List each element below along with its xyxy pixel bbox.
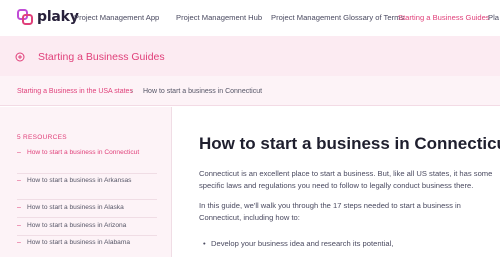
dash-bullet-icon: – — [17, 222, 21, 229]
resource-item-connecticut[interactable]: – How to start a business in Connecticut — [17, 148, 157, 159]
dash-bullet-icon: – — [17, 204, 21, 211]
resource-item-label[interactable]: How to start a business in Arkansas — [27, 176, 131, 187]
resource-item-label[interactable]: How to start a business in Arizona — [27, 221, 126, 232]
plaky-logo-icon — [17, 9, 33, 25]
breadcrumb-separator-icon: › — [131, 89, 133, 95]
dash-bullet-icon: – — [17, 239, 21, 246]
breadcrumb-parent-link[interactable]: Starting a Business in the USA states — [17, 87, 133, 96]
resource-item-label[interactable]: How to start a business in Connecticut — [27, 148, 139, 159]
resource-item-alaska[interactable]: – How to start a business in Alaska — [17, 203, 157, 214]
breadcrumb: Starting a Business in the USA states › … — [0, 76, 500, 106]
resource-item-arkansas[interactable]: – How to start a business in Arkansas — [17, 176, 157, 187]
brand-name: plaky — [37, 9, 79, 25]
nav-item-project-management-app[interactable]: Project Management App — [74, 13, 159, 23]
nav-item-starting-a-business-guides[interactable]: Starting a Business Guides — [398, 13, 490, 23]
divider — [17, 217, 157, 218]
list-item-text: Develop your business idea and research … — [211, 239, 394, 248]
dash-bullet-icon: – — [17, 149, 21, 156]
divider — [17, 199, 157, 200]
dash-bullet-icon: – — [17, 177, 21, 184]
nav-item-glossary[interactable]: Project Management Glossary of Terms — [271, 13, 404, 23]
resource-item-arizona[interactable]: – How to start a business in Arizona — [17, 221, 157, 232]
article-title: How to start a business in Connecticut — [199, 134, 500, 153]
plaky-logo[interactable]: plaky — [17, 9, 79, 25]
breadcrumb-current: How to start a business in Connecticut — [143, 88, 263, 95]
bullet-icon: • — [203, 239, 206, 248]
article-intro: Connecticut is an excellent place to sta… — [199, 169, 493, 190]
article-lead: In this guide, we'll walk you through th… — [199, 201, 461, 222]
divider — [17, 173, 157, 174]
resources-title: 5 RESOURCES — [17, 134, 67, 141]
divider — [17, 235, 157, 236]
resource-item-label[interactable]: How to start a business in Alaska — [27, 203, 124, 214]
article-content: How to start a business in Connecticut C… — [173, 107, 500, 257]
resource-item-alabama[interactable]: – How to start a business in Alabama — [17, 238, 157, 249]
plus-circle-icon — [15, 52, 25, 62]
hero-title: Starting a Business Guides — [38, 51, 165, 63]
nav-item-project-management-hub[interactable]: Project Management Hub — [176, 13, 262, 23]
list-item: • Develop your business idea and researc… — [203, 238, 493, 250]
resources-sidebar: 5 RESOURCES – How to start a business in… — [0, 107, 172, 257]
top-navigation: plaky Project Management App Project Man… — [0, 0, 500, 36]
nav-item-truncated[interactable]: Pla — [488, 13, 499, 23]
resource-item-label[interactable]: How to start a business in Alabama — [27, 238, 130, 249]
hero-banner: Starting a Business Guides — [0, 36, 500, 76]
